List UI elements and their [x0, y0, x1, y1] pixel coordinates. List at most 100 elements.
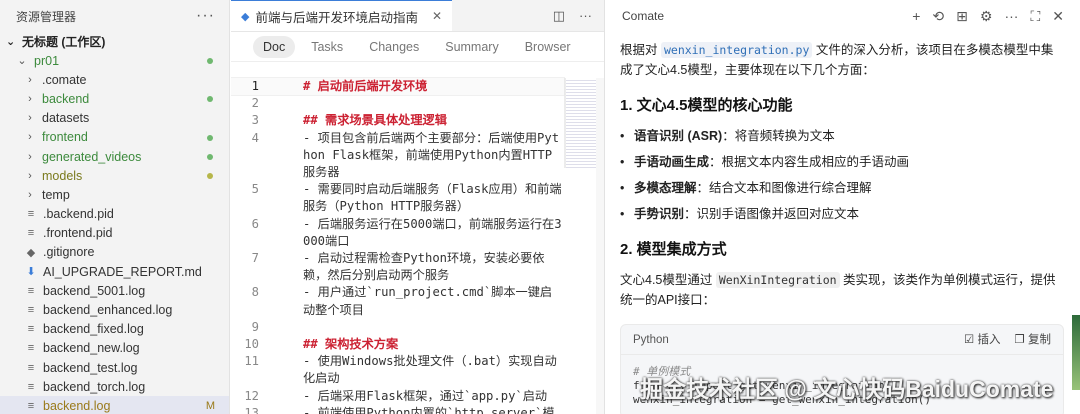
- add-icon[interactable]: +: [912, 8, 920, 25]
- view-tab[interactable]: Summary: [435, 36, 508, 58]
- expand-icon[interactable]: ⛶: [1030, 8, 1040, 25]
- intro-text-before: 根据对: [620, 43, 661, 57]
- file-tree-item[interactable]: ≡ backend_5001.log: [0, 281, 229, 300]
- git-status-dot: [207, 58, 213, 64]
- editor-actions: ◫ ···: [553, 0, 604, 31]
- file-tree-item[interactable]: › models: [0, 166, 229, 185]
- grid-icon[interactable]: ⊞: [956, 8, 968, 25]
- line-text: - 项目包含前后端两个主要部分：后端使用Python Flask框架，前端使用P…: [303, 130, 560, 180]
- file-tree-item[interactable]: › temp: [0, 185, 229, 204]
- file-tree-item[interactable]: › backend: [0, 89, 229, 108]
- file-tree-item[interactable]: ≡ backend.log M: [0, 396, 229, 414]
- git-icon: ◆: [26, 246, 36, 259]
- more-actions-icon[interactable]: ···: [196, 7, 215, 25]
- line-text: [281, 95, 564, 112]
- inline-code-class: WenXinIntegration: [715, 272, 840, 288]
- file-tree-item[interactable]: ≡ backend_torch.log: [0, 377, 229, 396]
- line-number: 3: [251, 113, 259, 128]
- line-number: 10: [244, 337, 259, 352]
- line-number: 4: [251, 130, 259, 145]
- file-tree-item[interactable]: ≡ backend_fixed.log: [0, 320, 229, 339]
- copy-button[interactable]: ❐ 复制: [1014, 330, 1051, 350]
- code-line: 12 - 后端采用Flask框架，通过`app.py`启动: [231, 388, 564, 405]
- view-tab[interactable]: Browser: [515, 36, 581, 58]
- line-number: 5: [251, 182, 259, 197]
- file-tree-label: backend_fixed.log: [43, 322, 144, 337]
- file-tree-label: backend_torch.log: [43, 379, 146, 394]
- file-tree-item[interactable]: ≡ backend_new.log: [0, 339, 229, 358]
- file-tree-item[interactable]: ◆ .gitignore: [0, 243, 229, 262]
- git-status-badge: M: [205, 399, 215, 412]
- chevron-right-icon: ›: [28, 150, 32, 163]
- intro-paragraph: 根据对 wenxin_integration.py 文件的深入分析，该项目在多模…: [620, 40, 1064, 80]
- chevron-right-icon: ›: [28, 73, 32, 86]
- line-number: 11: [244, 354, 259, 369]
- more-actions-icon[interactable]: ···: [579, 8, 592, 23]
- file-tree-item[interactable]: › .comate: [0, 70, 229, 89]
- code-line: 8 - 用户通过`run_project.cmd`脚本一键启动整个项目: [231, 284, 564, 318]
- line-text: - 需要同时启动后端服务（Flask应用）和前端服务（Python HTTP服务…: [303, 182, 562, 214]
- close-icon[interactable]: ✕: [1052, 8, 1064, 25]
- code-line: 11 - 使用Windows批处理文件（.bat）实现自动化启动: [231, 353, 564, 387]
- code-line: 7 - 启动过程需检查Python环境，安装必要依赖，然后分别启动两个服务: [231, 250, 564, 284]
- code-line: 1 # 启动前后端开发环境: [231, 76, 565, 97]
- view-tab[interactable]: Doc: [253, 35, 296, 58]
- workspace-row[interactable]: ⌄ 无标题 (工作区): [0, 32, 229, 51]
- line-number: 7: [251, 251, 259, 266]
- line-text: - 使用Windows批处理文件（.bat）实现自动化启动: [303, 354, 557, 386]
- window-edge-strip: [1072, 315, 1080, 390]
- git-status-dot: [207, 153, 213, 160]
- feature-name: 手语动画生成: [634, 155, 710, 169]
- line-text: - 后端采用Flask框架，通过`app.py`启动: [303, 388, 548, 403]
- file-tree-item[interactable]: › datasets: [0, 109, 229, 128]
- comate-message: 根据对 wenxin_integration.py 文件的深入分析，该项目在多模…: [606, 32, 1080, 414]
- close-icon[interactable]: ✕: [432, 9, 442, 23]
- file-icon: ≡: [27, 342, 35, 355]
- file-tree-label: pr01: [34, 53, 60, 68]
- feature-item: 多模态理解：结合文本和图像进行综合理解: [620, 178, 1064, 198]
- code-area[interactable]: 1 # 启动前后端开发环境 2 3 ## 需求场景具体处理逻辑 4 - 项目包含前后端两个…: [231, 76, 565, 414]
- file-tree-item[interactable]: ≡ .backend.pid: [0, 205, 229, 224]
- file-tree-item[interactable]: › generated_videos: [0, 147, 229, 166]
- editor-panel: ◆ 前端与后端开发环境启动指南 ✕ ◫ ··· Doc Tasks Changes S…: [231, 0, 605, 414]
- p2-text-before: 文心4.5模型通过: [620, 273, 716, 287]
- line-number: 12: [244, 388, 259, 403]
- file-icon: ≡: [27, 284, 35, 297]
- chevron-right-icon: ›: [28, 169, 32, 182]
- file-icon: ≡: [27, 399, 35, 412]
- integration-paragraph: 文心4.5模型通过 WenXinIntegration 类实现，该类作为单例模式…: [620, 270, 1064, 310]
- line-number: 9: [251, 319, 259, 334]
- file-tree-label: backend_new.log: [43, 341, 140, 356]
- view-tab[interactable]: Tasks: [301, 36, 353, 58]
- file-tree-item[interactable]: ≡ .frontend.pid: [0, 224, 229, 243]
- code-line: 9: [231, 319, 564, 336]
- chevron-right-icon: ›: [28, 188, 32, 201]
- history-icon[interactable]: ⟲: [932, 8, 944, 25]
- file-tree-label: generated_videos: [42, 149, 142, 164]
- line-text: ## 需求场景具体处理逻辑: [303, 113, 447, 128]
- file-icon: ≡: [27, 227, 35, 240]
- file-tree-label: .gitignore: [43, 245, 95, 260]
- line-number: 1: [251, 79, 259, 93]
- minimap[interactable]: [564, 78, 596, 168]
- file-tree: ⌄ pr01 › .comate › backend › datasets › frontend ›…: [0, 51, 229, 414]
- settings-icon[interactable]: ⚙: [980, 8, 993, 25]
- editor-tab[interactable]: ◆ 前端与后端开发环境启动指南 ✕: [231, 0, 453, 31]
- file-tree-item[interactable]: › frontend: [0, 128, 229, 147]
- view-tab[interactable]: Changes: [359, 36, 429, 58]
- line-text: ## 架构技术方案: [303, 337, 399, 352]
- editor-scrollbar[interactable]: [596, 78, 604, 414]
- insert-button[interactable]: ☑ 插入: [964, 330, 1001, 350]
- line-number: 13: [244, 405, 259, 414]
- file-tree-label: .backend.pid: [43, 207, 114, 222]
- line-number: 2: [251, 96, 259, 111]
- file-tree-item[interactable]: ≡ backend_test.log: [0, 358, 229, 377]
- file-tree-item[interactable]: ⬇ AI_UPGRADE_REPORT.md: [0, 262, 229, 281]
- more-actions-icon[interactable]: ···: [1004, 8, 1018, 25]
- file-tree-item[interactable]: ⌄ pr01: [0, 51, 229, 70]
- file-tree-label: AI_UPGRADE_REPORT.md: [43, 264, 202, 279]
- split-editor-icon[interactable]: ◫: [553, 8, 565, 24]
- feature-name: 手势识别: [634, 207, 685, 221]
- file-tree-label: .frontend.pid: [43, 226, 113, 241]
- file-tree-item[interactable]: ≡ backend_enhanced.log: [0, 300, 229, 319]
